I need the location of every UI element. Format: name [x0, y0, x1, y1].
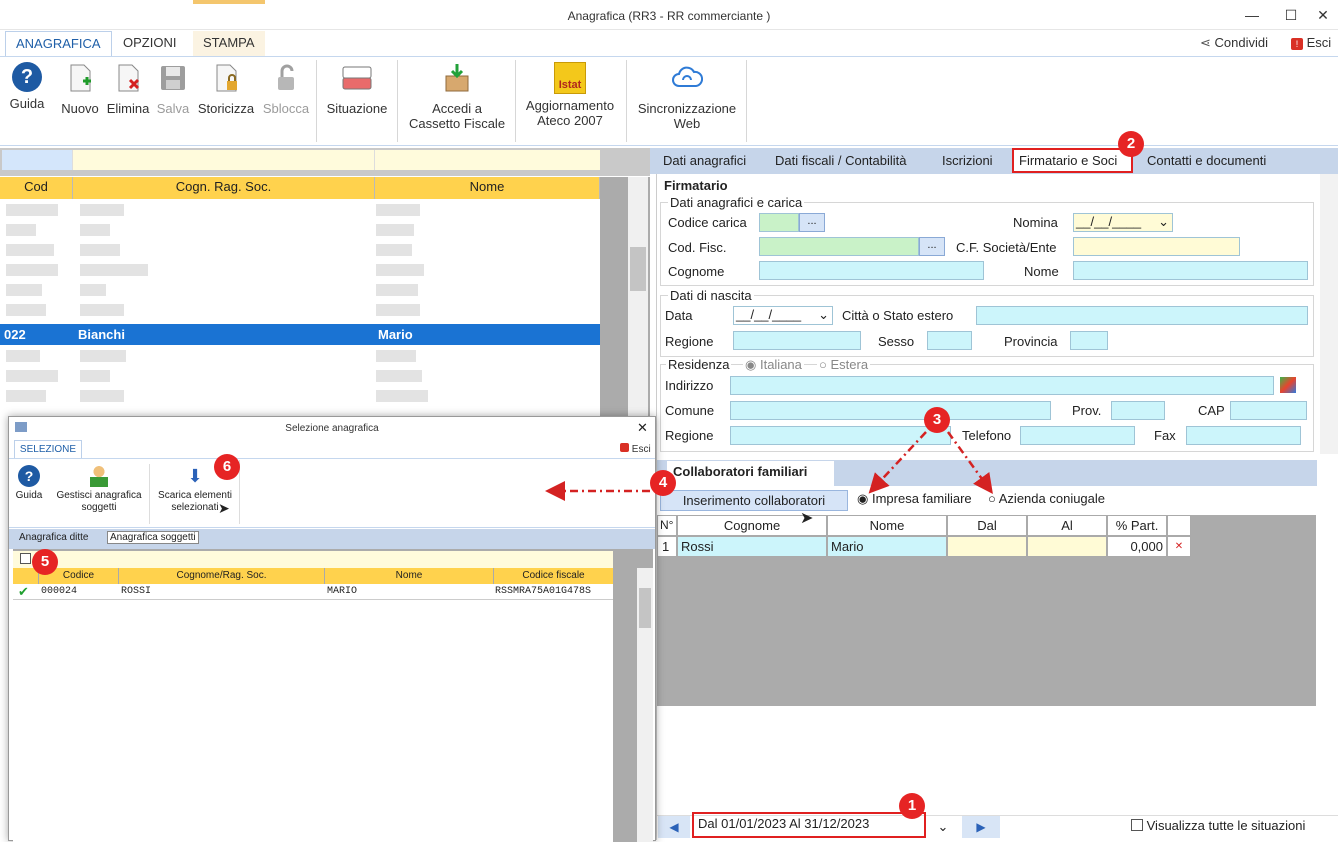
- badge-6: 6: [214, 454, 240, 480]
- mouse-cursor-icon: ➤: [800, 510, 814, 527]
- annotation-arrows: [545, 431, 993, 501]
- badge-1: 1: [899, 793, 925, 819]
- badge-3: 3: [924, 407, 950, 433]
- badge-5: 5: [32, 549, 58, 575]
- mouse-cursor-icon: ➤: [218, 500, 230, 516]
- badge-4: 4: [650, 470, 676, 496]
- badge-2: 2: [1118, 131, 1144, 157]
